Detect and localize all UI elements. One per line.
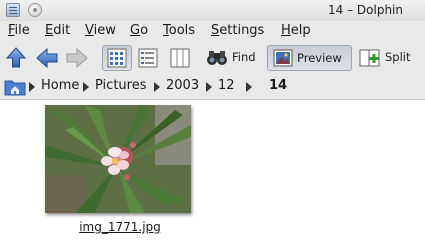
up-button[interactable]	[4, 45, 28, 71]
breadcrumb-item-2003[interactable]: 2003	[166, 78, 199, 93]
menu-edit[interactable]: Edit	[45, 23, 70, 38]
back-button[interactable]	[34, 45, 60, 71]
arrow-up-icon	[5, 47, 27, 68]
breadcrumb-separator-icon	[206, 82, 212, 92]
split-label: Split	[385, 50, 411, 64]
arrow-left-icon	[36, 47, 58, 69]
menu-bar: File Edit View Go Tools Settings Help	[0, 21, 425, 42]
icons-view-icon	[107, 48, 127, 68]
file-view[interactable]: img_1771.jpg	[0, 100, 425, 244]
preview-button[interactable]: Preview	[267, 45, 352, 71]
breadcrumb-separator-icon	[83, 82, 89, 92]
binoculars-icon	[207, 51, 227, 65]
menu-settings[interactable]: Settings	[211, 23, 264, 38]
breadcrumb-separator-icon	[29, 82, 35, 92]
columns-view-button[interactable]	[166, 45, 196, 71]
title-bar[interactable]: 14 – Dolphin	[0, 0, 425, 21]
details-view-button[interactable]	[134, 45, 164, 71]
find-label: Find	[232, 50, 256, 64]
preview-label: Preview	[297, 51, 342, 65]
menu-go[interactable]: Go	[130, 23, 148, 38]
preview-icon	[273, 49, 293, 67]
split-button[interactable]: Split	[357, 45, 415, 71]
columns-view-icon	[170, 48, 190, 68]
breadcrumb-separator-icon	[246, 82, 252, 92]
flower-photo	[45, 105, 191, 213]
arrow-right-icon	[66, 47, 88, 69]
file-name-label[interactable]: img_1771.jpg	[60, 220, 180, 234]
details-view-icon	[138, 48, 158, 68]
file-thumbnail[interactable]	[45, 105, 191, 213]
breadcrumb-separator-icon	[154, 82, 160, 92]
menu-help[interactable]: Help	[281, 23, 311, 38]
forward-button[interactable]	[64, 45, 90, 71]
breadcrumb-item-12[interactable]: 12	[218, 78, 235, 93]
breadcrumb: Home Pictures 2003 12 14	[0, 74, 425, 100]
find-button[interactable]: Find	[205, 45, 260, 71]
split-view-icon	[359, 49, 380, 67]
menu-view[interactable]: View	[85, 23, 116, 38]
breadcrumb-item-pictures[interactable]: Pictures	[95, 78, 146, 93]
window-title: 14 – Dolphin	[328, 3, 403, 17]
breadcrumb-item-current[interactable]: 14	[269, 78, 287, 93]
menu-file[interactable]: File	[8, 23, 30, 38]
menu-tools[interactable]: Tools	[163, 23, 195, 38]
main-toolbar: Find Preview Split	[0, 42, 425, 74]
breadcrumb-item-home[interactable]: Home	[41, 78, 79, 93]
icons-view-button[interactable]	[102, 45, 132, 71]
folder-home-icon[interactable]	[4, 77, 26, 97]
